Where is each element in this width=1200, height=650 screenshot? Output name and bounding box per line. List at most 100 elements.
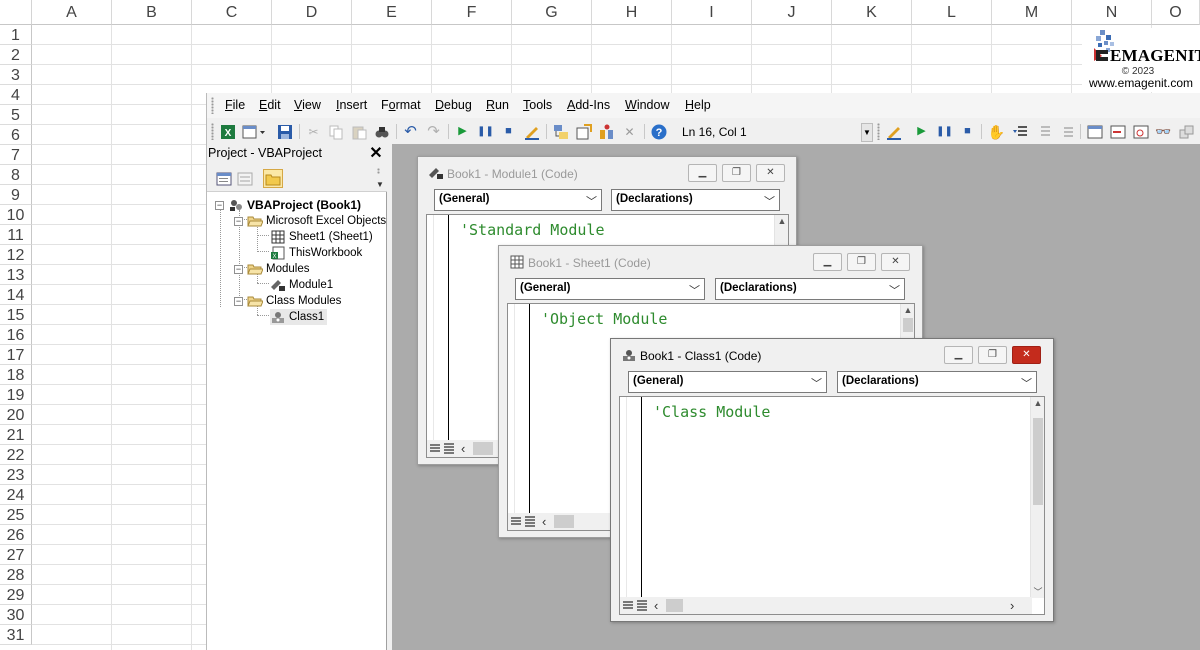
view-object-icon[interactable] [235,169,255,188]
design-mode-icon-2[interactable] [885,123,902,140]
watch-window-icon[interactable] [1132,123,1149,140]
row-header[interactable]: 20 [0,405,32,425]
column-header[interactable]: G [512,0,592,25]
copy-icon[interactable] [327,123,344,140]
collapse-toggle[interactable]: − [234,296,243,306]
row-header[interactable]: 10 [0,205,32,225]
procedure-view-icon[interactable] [429,442,441,454]
procedure-dropdown[interactable]: (Declarations) ﹀ [611,189,780,211]
row-header[interactable]: 9 [0,185,32,205]
row-header[interactable]: 29 [0,585,32,605]
call-stack-icon[interactable] [1178,123,1195,140]
menu-debug[interactable]: Debug [435,98,472,112]
close-project-explorer-icon[interactable]: ✕ [366,144,386,164]
row-header[interactable]: 7 [0,145,32,165]
object-dropdown[interactable]: (General) ﹀ [515,278,705,300]
run-icon-2[interactable]: ▶ [913,123,930,140]
close-icon[interactable]: ✕ [756,164,785,182]
vertical-scroll-thumb[interactable] [1033,418,1043,505]
column-header[interactable]: L [912,0,992,25]
code-window-class1[interactable]: Book1 - Class1 (Code) ▁ ❐ ✕ (General) ﹀ (… [610,338,1054,622]
row-header[interactable]: 15 [0,305,32,325]
scroll-left-icon[interactable]: ‹ [542,513,546,530]
undo-icon[interactable]: ↶ [402,123,419,140]
procedure-dropdown[interactable]: (Declarations) ﹀ [837,371,1037,393]
column-header[interactable]: O [1152,0,1200,25]
immediate-window-icon[interactable] [1109,123,1126,140]
collapse-toggle[interactable]: − [215,200,224,210]
menubar-grip[interactable] [211,97,214,114]
column-header[interactable]: D [272,0,352,25]
vertical-scroll-thumb[interactable] [903,318,913,332]
scroll-left-icon[interactable]: ‹ [654,597,658,614]
tree-node-class1[interactable]: Class1 [270,309,328,325]
row-header[interactable]: 3 [0,65,32,85]
column-header[interactable]: E [352,0,432,25]
scroll-up-icon[interactable]: ▲ [775,215,789,227]
row-header[interactable]: 28 [0,565,32,585]
toggle-breakpoint-icon[interactable]: ✋ [988,123,1005,140]
row-header[interactable]: 5 [0,105,32,125]
minimize-icon[interactable]: ▁ [944,346,973,364]
menu-window[interactable]: Window [625,98,669,112]
project-toolbar-overflow[interactable]: ▼ [375,168,385,190]
step-over-icon[interactable] [1034,123,1051,140]
column-header[interactable]: A [32,0,112,25]
restore-icon[interactable]: ❐ [847,253,876,271]
save-icon[interactable] [276,123,293,140]
column-header[interactable]: N [1072,0,1152,25]
object-browser-icon[interactable] [598,123,615,140]
paste-icon[interactable] [350,123,367,140]
procedure-view-icon[interactable] [622,599,634,611]
window-titlebar[interactable]: Book1 - Sheet1 (Code) ▁ ❐ ✕ [499,246,922,276]
column-header[interactable]: C [192,0,272,25]
window-titlebar[interactable]: Book1 - Class1 (Code) ▁ ❐ ✕ [611,339,1053,369]
run-icon[interactable]: ▶ [454,123,471,140]
row-header[interactable]: 4 [0,85,32,105]
vertical-scrollbar[interactable]: ▲ ﹀ [1030,397,1044,598]
menu-edit[interactable]: Edit [259,98,281,112]
help-icon[interactable]: ? [650,123,667,140]
view-excel-icon[interactable]: X [219,123,236,140]
tree-node-sheet1[interactable]: Sheet1 (Sheet1) [270,229,373,245]
row-header[interactable]: 17 [0,345,32,365]
row-header[interactable]: 22 [0,445,32,465]
reset-icon-2[interactable]: ■ [959,123,976,140]
tree-node-module1[interactable]: Module1 [270,277,333,293]
code-text[interactable]: 'Standard Module [460,221,605,239]
margin-indicator-bar[interactable] [508,304,530,530]
row-header[interactable]: 26 [0,525,32,545]
scroll-up-icon[interactable]: ▲ [901,304,915,316]
row-header[interactable]: 19 [0,385,32,405]
cut-icon[interactable]: ✂ [305,123,322,140]
redo-icon[interactable]: ↷ [425,123,442,140]
column-header[interactable]: J [752,0,832,25]
row-header[interactable]: 31 [0,625,32,645]
column-header[interactable]: M [992,0,1072,25]
scroll-down-icon[interactable]: ﹀ [1031,586,1045,598]
close-icon[interactable]: ✕ [1012,346,1041,364]
full-module-view-icon[interactable] [524,515,536,527]
menu-insert[interactable]: Insert [336,98,367,112]
row-header[interactable]: 16 [0,325,32,345]
restore-icon[interactable]: ❐ [722,164,751,182]
row-header[interactable]: 25 [0,505,32,525]
quick-watch-icon[interactable]: 👓 [1155,123,1172,140]
column-header[interactable]: H [592,0,672,25]
menu-addins[interactable]: Add-Ins [567,98,610,112]
procedure-dropdown[interactable]: (Declarations) ﹀ [715,278,905,300]
restore-icon[interactable]: ❐ [978,346,1007,364]
toolbar-overflow-button[interactable]: ▼ [861,123,873,142]
object-dropdown[interactable]: (General) ﹀ [628,371,827,393]
row-header[interactable]: 11 [0,225,32,245]
column-header[interactable]: B [112,0,192,25]
scroll-right-icon[interactable]: › [1010,597,1014,614]
project-explorer-icon[interactable] [552,123,569,140]
insert-userform-icon[interactable] [242,123,266,140]
scroll-left-icon[interactable]: ‹ [461,440,465,457]
locals-window-icon[interactable] [1086,123,1103,140]
row-header[interactable]: 12 [0,245,32,265]
horizontal-scroll-thumb[interactable] [473,442,493,455]
object-dropdown[interactable]: (General) ﹀ [434,189,602,211]
margin-indicator-bar[interactable] [427,215,449,457]
